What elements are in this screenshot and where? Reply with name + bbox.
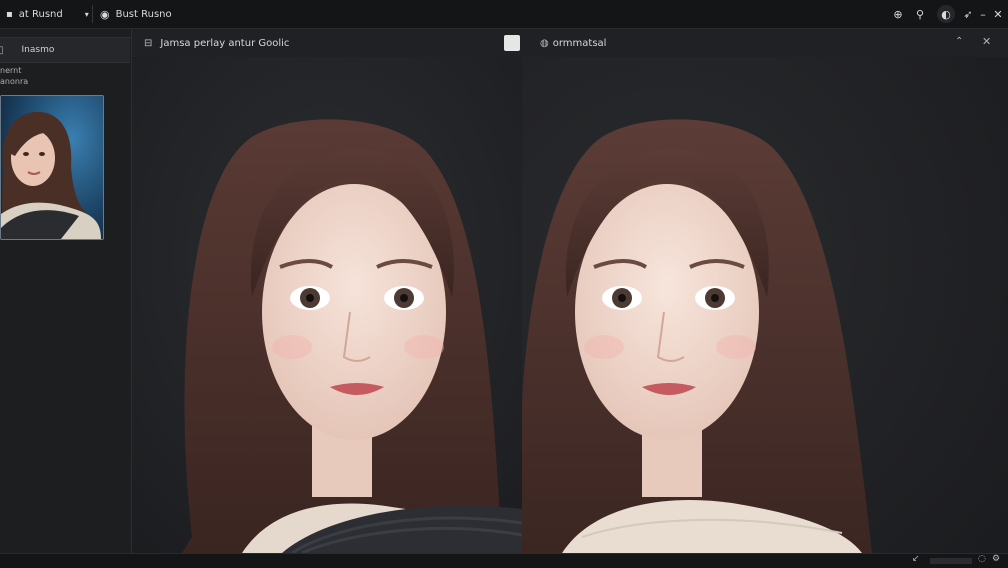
workspace-tab-label: Bust Rusno [115,8,172,20]
edit-icon: ◍ [540,37,549,49]
compare-panel-right: ◍ ormmatsal ⌃ ✕ [522,29,1008,553]
grid-icon: ▪ [6,8,13,20]
shield-icon[interactable]: ◐ [937,5,955,23]
portrait-thumbnail[interactable] [0,95,104,240]
compare-panel-right-title: ormmatsal [552,37,607,49]
sidebar-header[interactable]: ▯ Inasmo [0,37,130,63]
status-bar: ↙ ◌ ⚙ [0,553,1008,568]
compare-panel-right-header: ◍ ormmatsal ⌃ ✕ [522,29,1008,58]
compare-panel-left: ⊟ Jamsa perlay antur Goolic [132,29,522,553]
sidebar-line-1: nernt [0,66,22,75]
top-bar: ▪ at Rusnd ▾ ◉ Bust Rusno ⊕ ⚲ ◐ ➶ – ✕ [0,0,1008,29]
user-add-icon[interactable]: ⚲ [911,5,929,23]
close-icon[interactable]: ✕ [982,35,991,48]
app-menu-label: at Rusnd [18,8,63,20]
chevron-down-icon: ▾ [84,9,89,19]
app-menu[interactable]: ▪ at Rusnd ▾ [6,0,89,28]
sidebar: ▯ Inasmo nernt anonra [0,29,132,553]
workspace-tab[interactable]: ◉ Bust Rusno [100,0,172,28]
circle-o-icon: ◉ [100,7,110,21]
divider [92,5,93,23]
portrait-image-right [522,57,1008,553]
settings-icon[interactable]: ⚙ [992,554,1000,564]
plus-circle-icon[interactable]: ⊕ [889,5,907,23]
close-icon[interactable]: ✕ [989,5,1007,23]
portrait-image-left [132,57,522,553]
chat-icon[interactable] [930,558,972,564]
chevron-up-icon[interactable]: ⌃ [955,36,963,47]
compare-panel-left-title: Jamsa perlay antur Goolic [160,37,290,49]
panel-icon: ⊟ [144,37,153,49]
sidebar-header-icon: ▯ [0,44,4,56]
arrow-icon[interactable]: ↙ [912,554,920,564]
sidebar-line-2: anonra [0,77,29,86]
compare-panel-left-header: ⊟ Jamsa perlay antur Goolic [132,29,522,58]
page-icon[interactable] [504,35,520,51]
sidebar-header-label: Inasmo [21,45,55,55]
sync-icon[interactable]: ◌ [978,554,986,564]
